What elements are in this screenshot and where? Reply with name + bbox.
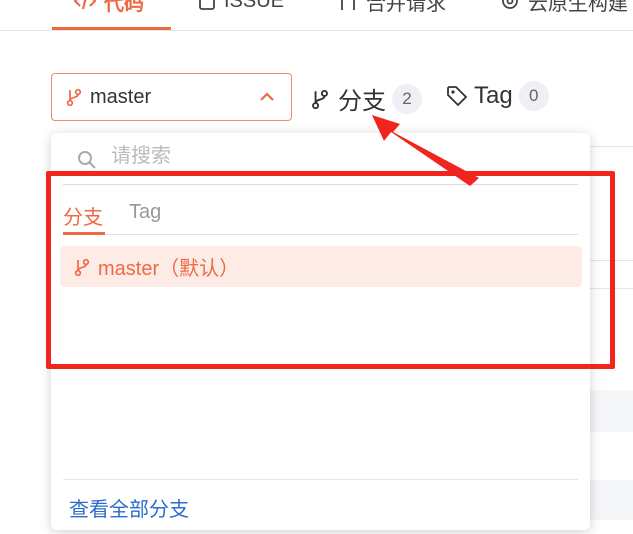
search-underline — [63, 184, 578, 185]
search-icon — [78, 151, 96, 169]
issue-icon — [199, 0, 215, 10]
tab-code-label: 代码 — [104, 0, 144, 15]
branch-item-master[interactable]: master（默认） — [60, 246, 582, 287]
list-divider — [590, 146, 633, 147]
tab-merge-label: 合并请求 — [366, 0, 446, 15]
merge-icon — [341, 0, 355, 10]
active-tab-indicator — [52, 27, 171, 30]
branch-icon — [312, 89, 328, 109]
tab-branches[interactable]: 分支 — [63, 201, 103, 230]
branch-search — [51, 133, 590, 185]
branch-stat-label: 分支 — [338, 88, 386, 115]
branch-search-input[interactable] — [111, 145, 551, 168]
tab-cloud-native-build[interactable]: 云原生构建 — [500, 0, 628, 16]
code-icon — [74, 0, 96, 10]
branch-item-label: master（默认） — [98, 258, 240, 280]
branch-count-badge: 2 — [392, 83, 422, 114]
branch-select[interactable]: master — [51, 73, 292, 121]
tab-merge-request[interactable]: 合并请求 — [338, 0, 446, 16]
tag-count-link[interactable]: Tag 0 — [446, 81, 549, 111]
branch-icon — [66, 88, 82, 106]
dropdown-tab-indicator — [63, 232, 105, 235]
tab-code[interactable]: 代码 — [74, 0, 144, 16]
tab-issue-label: ISSUE — [224, 0, 285, 12]
dropdown-tabs: 分支 Tag — [63, 195, 578, 235]
tab-issue[interactable]: ISSUE — [198, 0, 284, 16]
chevron-up-icon — [260, 92, 274, 101]
tag-icon — [447, 86, 468, 107]
build-icon — [502, 0, 518, 9]
list-divider — [590, 288, 633, 289]
branch-icon — [74, 258, 90, 276]
tag-count-badge: 0 — [518, 81, 549, 111]
tab-tags[interactable]: Tag — [129, 201, 161, 224]
list-divider — [590, 260, 633, 261]
view-all-branches-link[interactable]: 查看全部分支 — [69, 493, 189, 522]
list-row-background — [590, 480, 633, 520]
branch-select-value: master — [90, 85, 152, 108]
list-row-background — [590, 390, 633, 432]
tab-build-label: 云原生构建 — [528, 0, 628, 15]
tag-stat-label: Tag — [474, 82, 513, 109]
branch-count-link[interactable]: 分支 2 — [310, 81, 422, 116]
branch-dropdown: 分支 Tag master（默认） 查看全部分支 — [51, 133, 590, 530]
repo-tab-bar: 代码 ISSUE 合并请求 云原生构建 — [0, 0, 633, 31]
footer-divider — [63, 479, 578, 480]
